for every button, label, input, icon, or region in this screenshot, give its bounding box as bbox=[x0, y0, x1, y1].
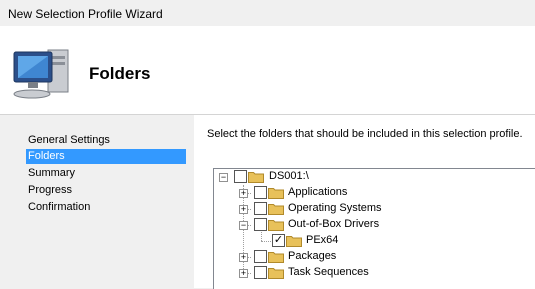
folder-tree[interactable]: − DS001:\ + Applications + Operating Sys… bbox=[213, 168, 535, 289]
out-of-box-drivers-checkbox[interactable] bbox=[254, 218, 267, 231]
step-confirmation[interactable]: Confirmation bbox=[26, 200, 186, 215]
pex64-checkbox[interactable]: ✓ bbox=[272, 234, 285, 247]
step-progress[interactable]: Progress bbox=[26, 183, 186, 198]
wizard-steps: General Settings Folders Summary Progres… bbox=[0, 115, 194, 288]
operating-systems-checkbox[interactable] bbox=[254, 202, 267, 215]
step-summary[interactable]: Summary bbox=[26, 166, 186, 181]
folder-icon bbox=[286, 236, 302, 247]
expand-icon[interactable]: + bbox=[239, 205, 248, 214]
window-title: New Selection Profile Wizard bbox=[8, 7, 163, 21]
tree-node-applications[interactable]: + Applications bbox=[214, 185, 434, 201]
folder-icon bbox=[268, 220, 284, 231]
tree-node-label: Packages bbox=[288, 250, 337, 262]
step-folders[interactable]: Folders bbox=[26, 149, 186, 164]
applications-checkbox[interactable] bbox=[254, 186, 267, 199]
tree-node-label: Out-of-Box Drivers bbox=[288, 218, 380, 230]
tree-node-label: PEx64 bbox=[306, 234, 339, 246]
collapse-icon[interactable]: − bbox=[219, 173, 228, 182]
folder-icon bbox=[268, 188, 284, 199]
packages-checkbox[interactable] bbox=[254, 250, 267, 263]
title-bar: New Selection Profile Wizard bbox=[0, 0, 535, 26]
folder-icon bbox=[248, 172, 264, 183]
wizard-header: Folders bbox=[0, 26, 535, 115]
tree-node-label: Operating Systems bbox=[288, 202, 382, 214]
tree-node-out-of-box-drivers[interactable]: − Out-of-Box Drivers bbox=[214, 217, 434, 233]
folder-icon bbox=[268, 252, 284, 263]
folder-icon bbox=[268, 268, 284, 279]
folder-icon bbox=[268, 204, 284, 215]
page-title: Folders bbox=[89, 64, 151, 83]
expand-icon[interactable]: + bbox=[239, 253, 248, 262]
tree-node-operating-systems[interactable]: + Operating Systems bbox=[214, 201, 434, 217]
instruction-text: Select the folders that should be includ… bbox=[207, 128, 523, 140]
expand-icon[interactable]: + bbox=[239, 269, 248, 278]
computer-icon bbox=[13, 49, 69, 99]
tree-node-label: DS001:\ bbox=[269, 170, 309, 182]
tree-node-root[interactable]: − DS001:\ bbox=[214, 169, 414, 185]
step-general-settings[interactable]: General Settings bbox=[26, 133, 186, 148]
tree-node-label: Task Sequences bbox=[288, 266, 369, 278]
collapse-icon[interactable]: − bbox=[239, 221, 248, 230]
expand-icon[interactable]: + bbox=[239, 189, 248, 198]
tree-node-task-sequences[interactable]: + Task Sequences bbox=[214, 265, 434, 281]
tree-node-pex64[interactable]: ✓ PEx64 bbox=[214, 233, 434, 249]
tree-node-packages[interactable]: + Packages bbox=[214, 249, 434, 265]
root-checkbox[interactable] bbox=[234, 170, 247, 183]
tree-node-label: Applications bbox=[288, 186, 348, 198]
task-sequences-checkbox[interactable] bbox=[254, 266, 267, 279]
